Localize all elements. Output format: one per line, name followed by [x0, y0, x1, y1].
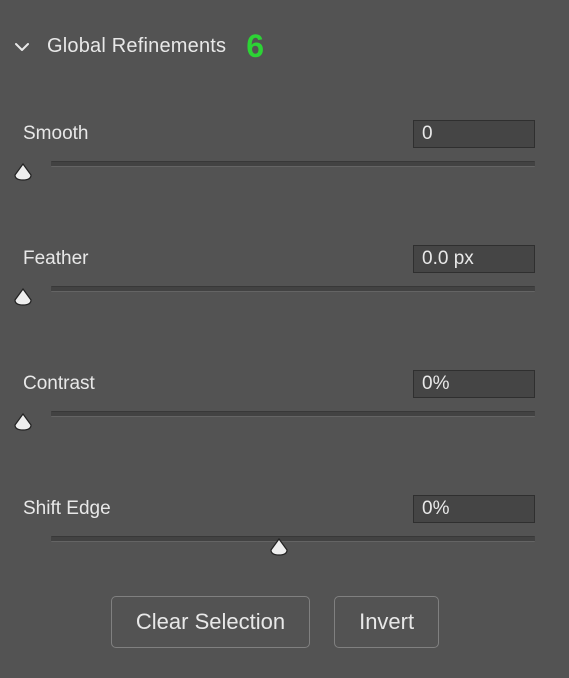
contrast-slider[interactable]	[23, 411, 535, 435]
smooth-slider-thumb[interactable]	[13, 163, 33, 181]
contrast-label: Contrast	[23, 373, 95, 395]
feather-slider-thumb[interactable]	[13, 288, 33, 306]
invert-button[interactable]: Invert	[334, 596, 439, 648]
feather-group: Feather	[15, 245, 535, 310]
button-row: Clear Selection Invert	[15, 596, 535, 648]
section-header: Global Refinements 6	[15, 28, 535, 65]
feather-value-input[interactable]	[413, 245, 535, 273]
smooth-label: Smooth	[23, 123, 88, 145]
shift-edge-slider-thumb[interactable]	[269, 538, 289, 556]
section-title: Global Refinements	[47, 35, 226, 58]
shift-edge-value-input[interactable]	[413, 495, 535, 523]
chevron-down-icon[interactable]	[15, 40, 29, 54]
smooth-group: Smooth	[15, 120, 535, 185]
shift-edge-group: Shift Edge	[15, 495, 535, 560]
smooth-slider[interactable]	[23, 161, 535, 185]
step-badge: 6	[246, 28, 264, 65]
global-refinements-panel: Global Refinements 6 Smooth Feather	[0, 0, 569, 678]
contrast-slider-thumb[interactable]	[13, 413, 33, 431]
feather-label: Feather	[23, 248, 88, 270]
feather-slider[interactable]	[23, 286, 535, 310]
shift-edge-slider[interactable]	[23, 536, 535, 560]
contrast-value-input[interactable]	[413, 370, 535, 398]
smooth-value-input[interactable]	[413, 120, 535, 148]
shift-edge-label: Shift Edge	[23, 498, 111, 520]
clear-selection-button[interactable]: Clear Selection	[111, 596, 310, 648]
contrast-group: Contrast	[15, 370, 535, 435]
